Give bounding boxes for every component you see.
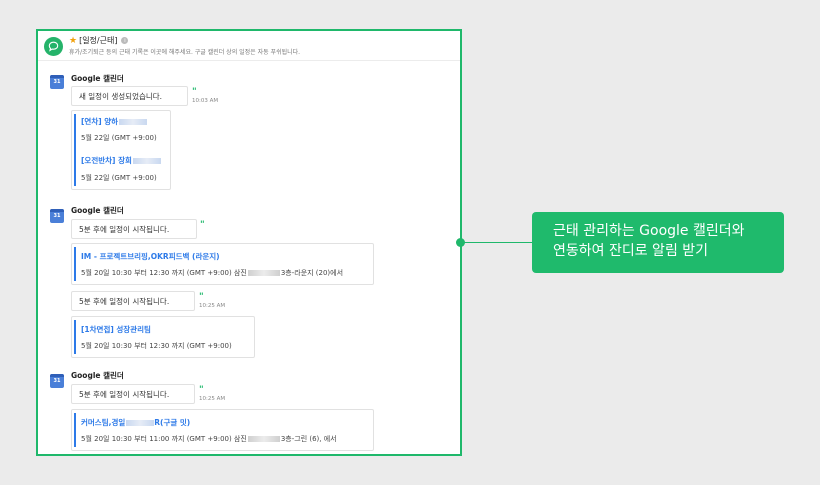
event-meta: 5월 22일 (GMT +9:00) <box>81 174 157 182</box>
message-bubble: 5분 후에 일정이 시작됩니다. <box>71 384 195 404</box>
event-title[interactable]: IM - 프로젝트브리핑,OKR피드백 (라운지) <box>81 251 220 262</box>
sender-name: Google 캘린더 <box>71 371 124 380</box>
event-title[interactable]: 커머스팀,경일 R(구글 밋) <box>81 417 190 428</box>
message-time: 10:25 AM <box>199 396 226 402</box>
sender-name: Google 캘린더 <box>71 74 124 83</box>
info-icon[interactable]: i <box>121 37 129 44</box>
callout-dot <box>456 238 465 247</box>
event-meta: 5월 22일 (GMT +9:00) <box>81 134 157 142</box>
event-meta: 5월 20일 10:30 부터 11:00 까지 (GMT +9:00) 삼진 3… <box>81 435 337 443</box>
event-card[interactable]: [1차면접] 성장관리팀 5월 20일 10:30 부터 12:30 까지 (G… <box>71 316 255 358</box>
channel-title: [일정/근태] <box>79 36 118 45</box>
event-bar <box>74 114 76 186</box>
event-bar <box>74 247 76 281</box>
quote-icon[interactable]: " <box>192 88 197 97</box>
chat-bubble-icon[interactable] <box>44 37 63 56</box>
callout-connector <box>461 242 533 243</box>
event-card[interactable]: 커머스팀,경일 R(구글 밋) 5월 20일 10:30 부터 11:00 까지 … <box>71 409 374 451</box>
event-meta: 5월 20일 10:30 부터 12:30 까지 (GMT +9:00) <box>81 342 232 350</box>
google-calendar-icon: 31 <box>50 75 64 89</box>
channel-title-row: ★ [일정/근태] i <box>69 35 129 46</box>
event-bar <box>74 413 76 447</box>
event-title[interactable]: [오전반차] 장희 <box>81 155 161 166</box>
channel-description: 휴가/조기퇴근 등의 근태 기록은 이곳에 해주세요. 구글 캘린더 상의 일정… <box>69 49 301 56</box>
event-card[interactable]: [연차] 양하 5월 22일 (GMT +9:00) [오전반차] 장희 5월 … <box>71 110 171 190</box>
message-bubble: 5분 후에 일정이 시작됩니다. <box>71 219 197 239</box>
google-calendar-icon: 31 <box>50 374 64 388</box>
channel-header: ★ [일정/근태] i 휴가/조기퇴근 등의 근태 기록은 이곳에 해주세요. … <box>38 31 460 61</box>
callout-line-1: 근태 관리하는 Google 캘린더와 <box>553 223 745 239</box>
message-time: 10:03 AM <box>192 98 219 104</box>
event-meta: 5월 20일 10:30 부터 12:30 까지 (GMT +9:00) 삼진 3… <box>81 269 344 277</box>
message-bubble: 새 일정이 생성되었습니다. <box>71 86 188 106</box>
callout-line-2: 연동하여 잔디로 알림 받기 <box>553 243 709 259</box>
star-icon[interactable]: ★ <box>69 36 77 46</box>
quote-icon[interactable]: " <box>199 386 204 395</box>
feature-callout: 근태 관리하는 Google 캘린더와 연동하여 잔디로 알림 받기 <box>532 212 784 273</box>
google-calendar-icon: 31 <box>50 209 64 223</box>
message-bubble: 5분 후에 일정이 시작됩니다. <box>71 291 195 311</box>
event-bar <box>74 320 76 354</box>
event-title[interactable]: [1차면접] 성장관리팀 <box>81 324 151 335</box>
event-card[interactable]: IM - 프로젝트브리핑,OKR피드백 (라운지) 5월 20일 10:30 부… <box>71 243 374 285</box>
message-time: 10:25 AM <box>199 303 226 309</box>
quote-icon[interactable]: " <box>200 221 205 230</box>
event-title[interactable]: [연차] 양하 <box>81 116 148 127</box>
quote-icon[interactable]: " <box>199 293 204 302</box>
sender-name: Google 캘린더 <box>71 206 124 215</box>
chat-panel: ★ [일정/근태] i 휴가/조기퇴근 등의 근태 기록은 이곳에 해주세요. … <box>36 29 462 456</box>
